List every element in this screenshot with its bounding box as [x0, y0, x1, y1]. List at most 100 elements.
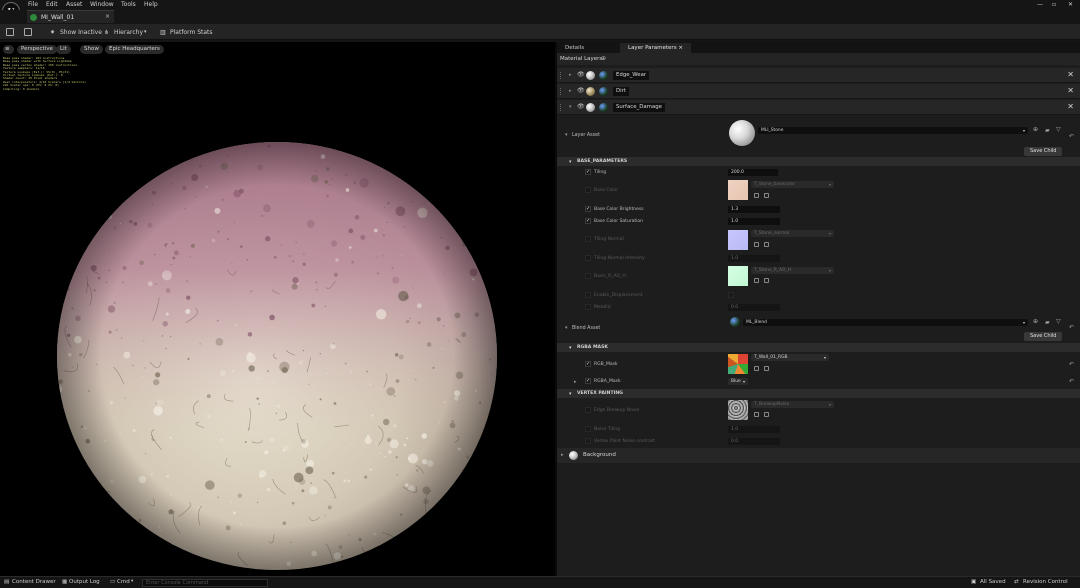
- platform-stats-button[interactable]: Platform Stats: [170, 29, 213, 36]
- menu-edit[interactable]: Edit: [46, 1, 58, 8]
- all-saved-status[interactable]: All Saved: [980, 579, 1006, 585]
- browse-folder-icon[interactable]: [764, 366, 769, 371]
- menu-asset[interactable]: Asset: [66, 1, 82, 8]
- tiling-normal-intensity-checkbox[interactable]: [585, 255, 591, 261]
- saturation-input[interactable]: 1.0: [728, 218, 780, 225]
- minimize-icon[interactable]: —: [1037, 1, 1043, 8]
- breakup-noise-dropdown[interactable]: T_BreakupNoise ▾: [751, 401, 834, 408]
- chevron-down-icon[interactable]: ▾: [131, 579, 133, 584]
- rgba-mask-header[interactable]: ▾ RGBA MASK: [557, 343, 1080, 352]
- reset-icon[interactable]: ↶: [1069, 361, 1074, 368]
- material-preview-sphere[interactable]: [57, 142, 497, 570]
- reset-icon[interactable]: ↶: [1069, 133, 1074, 140]
- layer-row[interactable]: ▸ 👁 Dirt ✕: [557, 84, 1080, 99]
- expand-arrow-icon[interactable]: ▾: [565, 132, 568, 138]
- metallic-checkbox[interactable]: [585, 304, 591, 310]
- close-tab-icon[interactable]: ×: [678, 45, 683, 51]
- tiling-input[interactable]: 200.0: [728, 169, 778, 176]
- use-selected-icon[interactable]: ⊕: [1033, 126, 1038, 133]
- menu-help[interactable]: Help: [144, 1, 158, 8]
- filter-icon[interactable]: ▽: [1056, 318, 1061, 325]
- base-color-checkbox[interactable]: [585, 187, 591, 193]
- show-button[interactable]: Show: [80, 45, 103, 54]
- collapse-arrow-icon[interactable]: ▾: [569, 104, 572, 110]
- preview-scene-button[interactable]: Epic Headquarters: [105, 45, 164, 54]
- output-log-button[interactable]: Output Log: [69, 579, 100, 585]
- reset-icon[interactable]: ↶: [1069, 324, 1074, 331]
- metallic-input[interactable]: 0.0: [728, 304, 780, 311]
- blend-asset-dropdown[interactable]: ML_Blend ▾: [743, 319, 1028, 326]
- r-ao-h-texture-dropdown[interactable]: T_Stone_R_AO_H ▾: [751, 267, 834, 274]
- revision-control-button[interactable]: Revision Control: [1023, 579, 1068, 585]
- rgba-mask-checkbox[interactable]: ✓: [585, 378, 591, 384]
- background-layer-row[interactable]: ▸ Background: [557, 448, 1080, 463]
- close-window-icon[interactable]: ✕: [1068, 1, 1073, 8]
- channel-dropdown[interactable]: Blue ▾: [728, 378, 748, 385]
- rgb-mask-texture-thumbnail[interactable]: [728, 354, 748, 374]
- browse-icon[interactable]: [24, 28, 32, 36]
- use-selected-icon[interactable]: [754, 193, 759, 198]
- displacement-value-checkbox[interactable]: [728, 292, 734, 298]
- brightness-checkbox[interactable]: ✓: [585, 206, 591, 212]
- layer-name[interactable]: Dirt: [613, 87, 629, 96]
- perspective-button[interactable]: Perspective: [17, 45, 57, 54]
- reset-icon[interactable]: ↶: [1069, 378, 1074, 385]
- filter-icon[interactable]: ▽: [1056, 126, 1061, 133]
- r-ao-h-texture-thumbnail[interactable]: [728, 266, 748, 286]
- edge-breakup-checkbox[interactable]: [585, 407, 591, 413]
- base-color-texture-thumbnail[interactable]: [728, 180, 748, 200]
- vertex-painting-header[interactable]: ▾ VERTEX PAINTING: [557, 389, 1080, 398]
- visibility-eye-icon[interactable]: 👁: [577, 103, 585, 110]
- menu-file[interactable]: File: [28, 1, 38, 8]
- tiling-checkbox[interactable]: ✓: [585, 169, 591, 175]
- brightness-input[interactable]: 1.3: [728, 206, 780, 213]
- noise-tiling-input[interactable]: 1.0: [728, 426, 780, 433]
- hierarchy-button[interactable]: Hierarchy: [114, 29, 143, 36]
- layer-row[interactable]: ▾ 👁 Surface_Damage ✕: [557, 100, 1080, 115]
- layer-row[interactable]: ▸ 👁 Edge_Wear ✕: [557, 68, 1080, 83]
- visibility-eye-icon[interactable]: 👁: [577, 87, 585, 94]
- vertex-contrast-checkbox[interactable]: [585, 438, 591, 444]
- drag-handle-icon[interactable]: [560, 104, 562, 111]
- vertex-contrast-input[interactable]: 0.0: [728, 438, 780, 445]
- browse-folder-icon[interactable]: [764, 193, 769, 198]
- layer-asset-dropdown[interactable]: MLI_Stone ▾: [758, 127, 1028, 134]
- r-ao-h-checkbox[interactable]: [585, 273, 591, 279]
- save-icon[interactable]: [6, 28, 14, 36]
- expand-arrow-icon[interactable]: ▸: [569, 88, 572, 94]
- base-color-texture-dropdown[interactable]: T_Stone_basecolor ▾: [751, 181, 834, 188]
- browse-folder-icon[interactable]: [764, 242, 769, 247]
- breakup-noise-thumbnail[interactable]: [728, 400, 748, 420]
- viewport-menu-icon[interactable]: ≡: [3, 45, 14, 54]
- browse-folder-icon[interactable]: [764, 412, 769, 417]
- use-selected-icon[interactable]: [754, 412, 759, 417]
- visibility-eye-icon[interactable]: 👁: [577, 71, 585, 78]
- tiling-normal-checkbox[interactable]: [585, 236, 591, 242]
- base-parameters-header[interactable]: ▾ BASE_PARAMETERS: [557, 157, 1080, 166]
- remove-layer-icon[interactable]: ✕: [1067, 102, 1074, 111]
- chevron-down-icon[interactable]: ▾: [144, 29, 147, 35]
- use-selected-icon[interactable]: [754, 278, 759, 283]
- expand-arrow-icon[interactable]: ▸: [574, 379, 577, 385]
- expand-arrow-icon[interactable]: ▾: [565, 325, 568, 331]
- rgb-mask-texture-dropdown[interactable]: T_Wall_01_RGB ▾: [751, 354, 829, 361]
- menu-tools[interactable]: Tools: [121, 1, 136, 8]
- tab-layer-parameters[interactable]: Layer Parameters ×: [620, 43, 691, 53]
- layer-name[interactable]: Edge_Wear: [613, 71, 650, 80]
- lit-button[interactable]: Lit: [56, 45, 71, 54]
- normal-texture-thumbnail[interactable]: [728, 230, 748, 250]
- remove-layer-icon[interactable]: ✕: [1067, 70, 1074, 79]
- displacement-checkbox[interactable]: [585, 292, 591, 298]
- use-selected-icon[interactable]: [754, 366, 759, 371]
- remove-layer-icon[interactable]: ✕: [1067, 86, 1074, 95]
- show-inactive-button[interactable]: Show Inactive: [60, 29, 102, 36]
- tab-details[interactable]: Details: [557, 43, 592, 53]
- rgb-mask-checkbox[interactable]: ✓: [585, 361, 591, 367]
- drag-handle-icon[interactable]: [560, 72, 562, 79]
- browse-folder-icon[interactable]: ▰: [1045, 127, 1050, 134]
- noise-tiling-checkbox[interactable]: [585, 426, 591, 432]
- close-tab-icon[interactable]: ×: [105, 13, 110, 20]
- save-child-button[interactable]: Save Child: [1024, 147, 1063, 156]
- saturation-checkbox[interactable]: ✓: [585, 218, 591, 224]
- viewport[interactable]: ≡ Perspective Lit Show Epic Headquarters…: [0, 42, 555, 576]
